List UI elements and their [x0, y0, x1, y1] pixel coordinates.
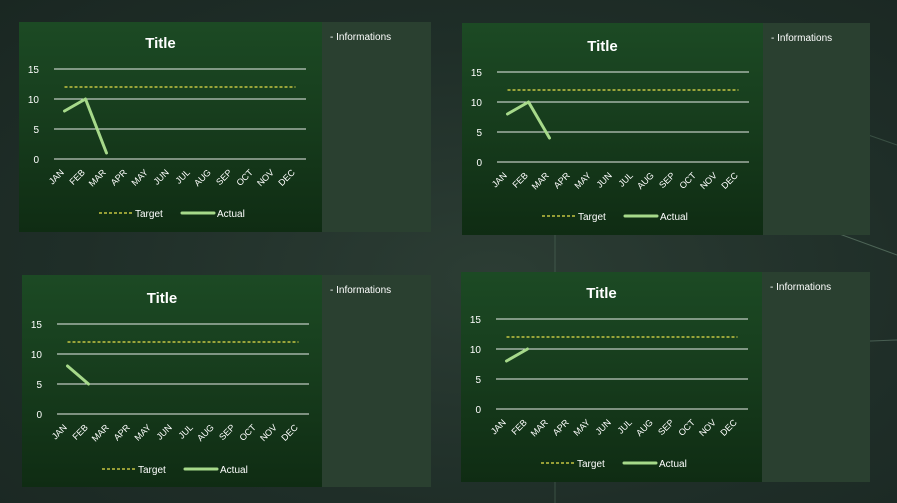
chart-title: Title [147, 290, 178, 307]
x-tick-label: OCT [234, 167, 255, 188]
line-chart: Title 0 5 10 15 JAN FEB MAR APR MAY JUN JUL AUG SEP OC… [471, 38, 749, 223]
y-tick-label: 5 [476, 128, 482, 139]
y-tick-label: 15 [470, 315, 482, 326]
x-tick-label: OCT [677, 170, 698, 191]
x-tick-label: FEB [67, 167, 86, 186]
x-tick-label: JUL [177, 422, 195, 440]
legend-actual-label: Actual [217, 209, 245, 220]
x-tick-label: OCT [676, 417, 697, 438]
chart-title: Title [586, 285, 617, 302]
y-tick-label: 10 [470, 345, 482, 356]
x-tick-label: SEP [214, 167, 234, 187]
x-tick-label: AUG [195, 422, 216, 443]
info-box: - Informations [762, 272, 870, 482]
y-tick-label: 15 [471, 68, 483, 79]
y-tick-label: 15 [28, 65, 40, 76]
chart-title: Title [587, 38, 618, 55]
x-tick-label: APR [551, 417, 572, 438]
legend-target-label: Target [578, 212, 606, 223]
x-tick-label: MAR [90, 422, 112, 444]
x-tick-label: NOV [698, 170, 719, 191]
x-tick-label: AUG [192, 167, 213, 188]
y-tick-label: 10 [31, 350, 43, 361]
x-tick-label: JUL [617, 170, 635, 188]
legend-actual-label: Actual [659, 459, 687, 470]
line-chart: Title 0 5 10 15 JAN FEB MAR APR MAY JUN JUL AUG SEP OC… [470, 285, 748, 470]
y-tick-label: 5 [33, 125, 39, 136]
x-tick-label: NOV [258, 422, 279, 443]
info-box: - Informations [322, 22, 431, 232]
x-tick-label: JUL [174, 167, 192, 185]
line-chart: Title 0 5 10 15 JAN FEB MAR APR MAY JUN JUL AUG SEP OC… [28, 35, 306, 220]
x-tick-label: DEC [279, 422, 300, 443]
x-tick-label: JUN [593, 417, 612, 436]
x-tick-label: AUG [635, 170, 656, 191]
x-tick-label: JUN [151, 167, 170, 186]
x-tick-label: APR [109, 167, 130, 188]
info-label: - Informations [330, 285, 392, 296]
dashboard-panel-3: - Informations Title 0 5 10 15 JAN FEB MAR APR MA… [22, 275, 431, 487]
x-tick-label: SEP [657, 170, 677, 190]
y-tick-label: 5 [36, 380, 42, 391]
x-tick-label: MAY [573, 170, 593, 190]
x-tick-label: DEC [276, 167, 297, 188]
x-tick-label: DEC [718, 417, 739, 438]
x-tick-label: NOV [697, 417, 718, 438]
x-tick-label: MAY [572, 417, 592, 437]
x-tick-label: SEP [217, 422, 237, 442]
x-tick-label: APR [552, 170, 573, 191]
y-tick-label: 0 [475, 405, 481, 416]
series-line-actual [63, 97, 108, 155]
dashboard-panel-1: - Informations Title 0 5 10 15 JAN FEB MAR APR MA… [19, 22, 431, 232]
x-tick-label: JAN [47, 167, 66, 186]
y-tick-label: 10 [471, 98, 483, 109]
legend-actual-label: Actual [660, 212, 688, 223]
dashboard-panel-2: - Informations Title 0 5 10 15 JAN FEB MAR APR MA… [462, 23, 870, 235]
x-tick-label: APR [112, 422, 133, 443]
x-tick-label: JAN [50, 422, 69, 441]
legend-target-label: Target [138, 465, 166, 476]
chart-title: Title [145, 35, 176, 52]
x-tick-label: DEC [719, 170, 740, 191]
x-tick-label: FEB [70, 422, 89, 441]
info-label: - Informations [770, 282, 832, 293]
y-tick-label: 15 [31, 320, 43, 331]
info-box: - Informations [763, 23, 870, 235]
x-tick-label: FEB [509, 417, 528, 436]
y-tick-label: 0 [33, 155, 39, 166]
legend-target-label: Target [577, 459, 605, 470]
x-tick-label: JUN [594, 170, 613, 189]
x-tick-label: MAR [530, 170, 552, 192]
x-tick-label: NOV [255, 167, 276, 188]
y-tick-label: 0 [476, 158, 482, 169]
series-line-actual [505, 347, 529, 363]
x-tick-label: SEP [656, 417, 676, 437]
series-line-actual [66, 364, 90, 386]
x-tick-label: JUN [154, 422, 173, 441]
x-tick-label: FEB [510, 170, 529, 189]
x-tick-label: JUL [616, 417, 634, 435]
x-tick-label: MAY [130, 167, 150, 187]
x-tick-label: AUG [634, 417, 655, 438]
info-box: - Informations [322, 275, 431, 487]
x-tick-label: MAR [87, 167, 109, 189]
x-tick-label: MAY [133, 422, 153, 442]
legend-actual-label: Actual [220, 465, 248, 476]
legend-target-label: Target [135, 209, 163, 220]
y-tick-label: 0 [36, 410, 42, 421]
y-tick-label: 5 [475, 375, 481, 386]
x-tick-label: OCT [237, 422, 258, 443]
line-chart: Title 0 5 10 15 JAN FEB MAR APR MAY JUN JUL AUG SEP OC… [31, 290, 309, 476]
info-label: - Informations [330, 32, 392, 43]
x-tick-label: JAN [490, 170, 509, 189]
info-label: - Informations [771, 33, 833, 44]
series-line-actual [506, 100, 551, 140]
x-tick-label: JAN [489, 417, 508, 436]
y-tick-label: 10 [28, 95, 40, 106]
x-tick-label: MAR [529, 417, 551, 439]
dashboard-panel-4: - Informations Title 0 5 10 15 JAN FEB MAR APR MA… [461, 272, 870, 482]
